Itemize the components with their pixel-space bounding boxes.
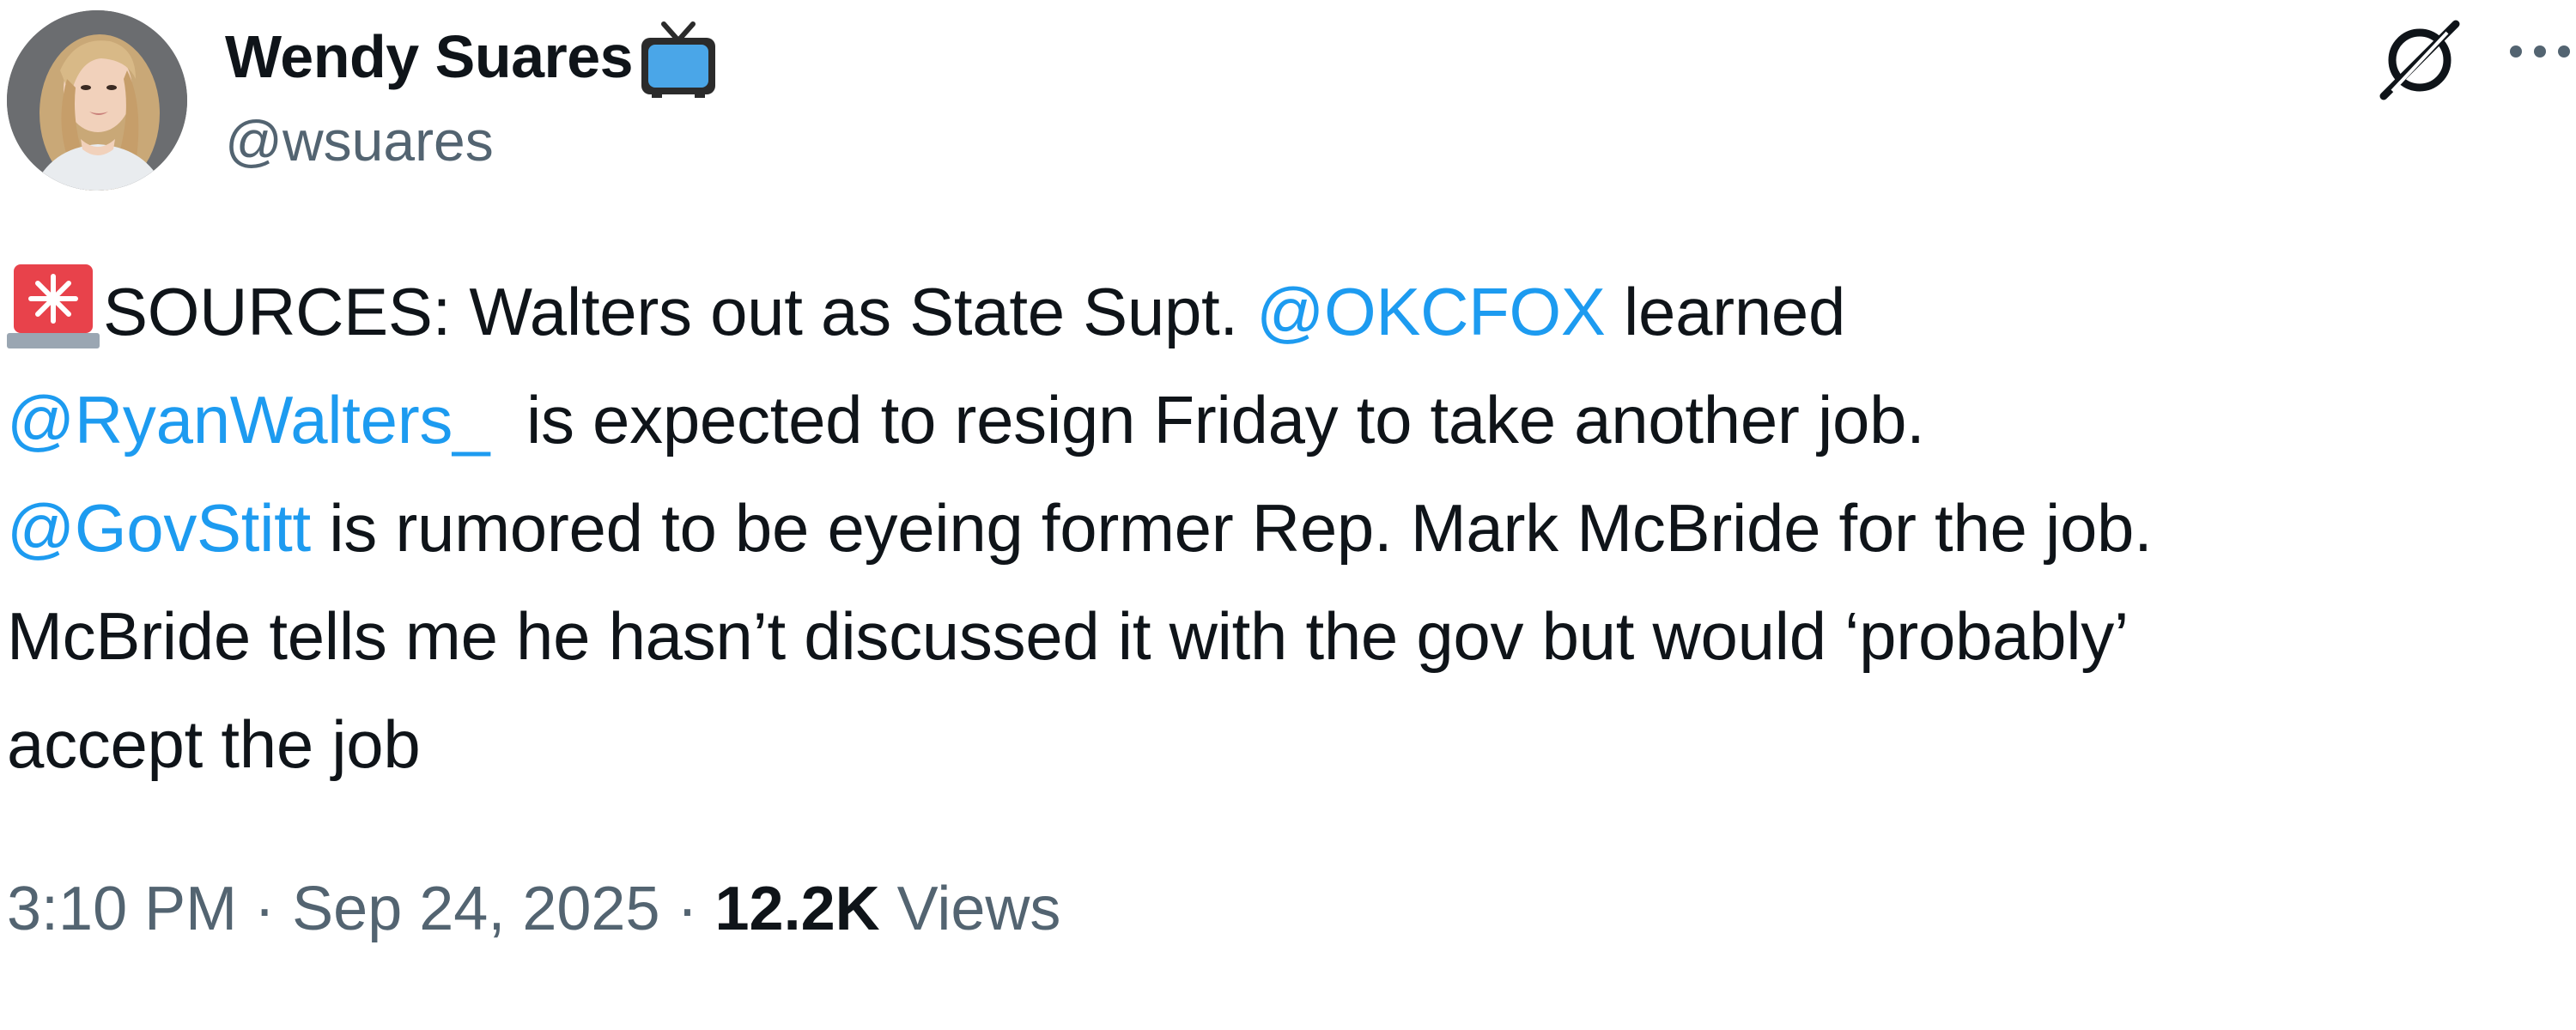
mention-govstitt[interactable]: @GovStitt xyxy=(7,490,311,566)
views-label: Views xyxy=(879,875,1061,943)
tweet-text: SOURCES: Walters out as State Supt. @OKC… xyxy=(7,258,2574,798)
tweet-meta: 3:10 PM · Sep 24, 2025 · 12.2K Views xyxy=(7,874,1060,944)
tweet-line-1: SOURCES: Walters out as State Supt. @OKC… xyxy=(7,258,2574,366)
tweet-line-4: McBride tells me he hasn’t discussed it … xyxy=(7,598,2129,674)
siren-icon xyxy=(7,261,100,350)
tweet-line-3-tail: is rumored to be eyeing former Rep. Mark… xyxy=(310,490,2153,566)
tv-icon xyxy=(638,21,719,100)
more-icon[interactable] xyxy=(2504,26,2576,77)
mention-ryanwalters[interactable]: @RyanWalters_ xyxy=(7,382,490,457)
avatar[interactable] xyxy=(7,10,187,191)
tweet-card: Wendy Suares @wsuares SOURCES: Walters o… xyxy=(0,0,2576,1030)
tweet-line-1-text: SOURCES: Walters out as State Supt. xyxy=(103,274,1257,349)
mention-okcfox[interactable]: @OKCFOX xyxy=(1256,274,1606,349)
tweet-line-2-tail: is expected to resign Friday to take ano… xyxy=(489,382,1925,457)
tweet-line-3: @GovStitt is rumored to be eyeing former… xyxy=(7,474,2574,582)
meta-separator-1: · xyxy=(237,875,293,943)
tweet-line-5: accept the job xyxy=(7,706,421,782)
meta-separator-2: · xyxy=(659,875,715,943)
author-name-row[interactable]: Wendy Suares xyxy=(225,15,719,98)
author-handle[interactable]: @wsuares xyxy=(225,108,494,173)
tweet-time[interactable]: 3:10 PM xyxy=(7,875,237,943)
display-name[interactable]: Wendy Suares xyxy=(225,22,634,91)
tweet-date[interactable]: Sep 24, 2025 xyxy=(292,875,659,943)
views-count: 12.2K xyxy=(714,875,880,943)
grok-icon[interactable] xyxy=(2377,15,2463,101)
tweet-line-2: @RyanWalters_ is expected to resign Frid… xyxy=(7,366,2574,474)
tweet-line-1-tail: learned xyxy=(1605,274,1846,349)
avatar-image xyxy=(7,10,187,191)
